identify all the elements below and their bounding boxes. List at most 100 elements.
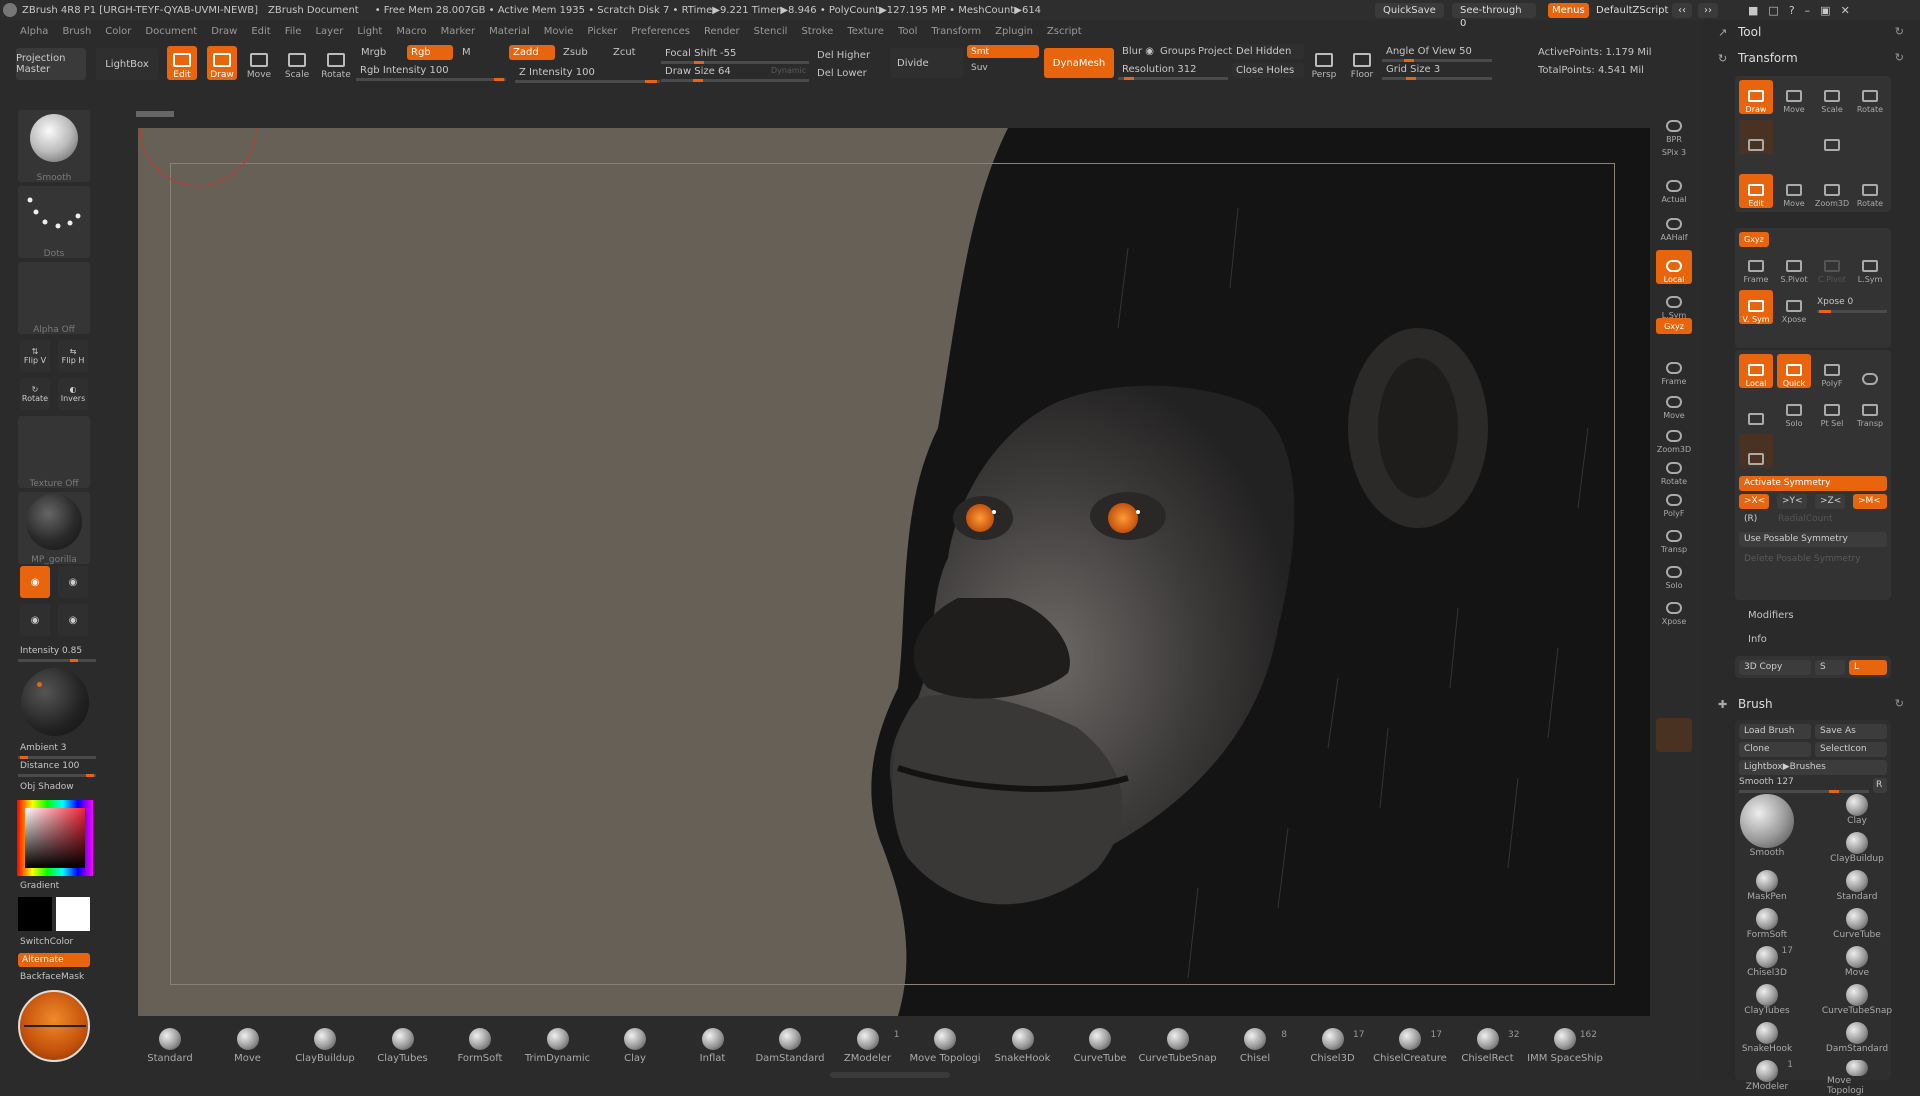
shelf-brush-claybuildup[interactable]: ClayBuildup (287, 1028, 363, 1068)
groups-toggle[interactable]: Groups (1160, 46, 1196, 57)
del-higher-button[interactable]: Del Higher (817, 50, 870, 61)
menu-tool[interactable]: Tool (898, 26, 917, 37)
gradient-label[interactable]: Gradient (20, 881, 59, 891)
see-through-slider[interactable]: See-through 0 (1452, 2, 1536, 29)
quicksave-button[interactable]: QuickSave (1375, 2, 1444, 18)
zadd-button[interactable]: Zadd (509, 45, 555, 60)
panel-brush-zmodeler[interactable]: ZModeler 1 (1737, 1060, 1797, 1096)
panel-pivot-sphere-button[interactable] (1739, 434, 1773, 468)
shelf-polyf-button[interactable]: PolyF (1656, 484, 1692, 518)
activate-symmetry-toggle[interactable]: Activate Symmetry (1739, 476, 1887, 491)
frame-button[interactable]: Frame (1739, 250, 1773, 284)
shelf-brush-clay[interactable]: Clay (597, 1028, 673, 1068)
shelf-brush-curvetube[interactable]: CurveTube (1062, 1028, 1138, 1068)
sym-m-toggle[interactable]: >M< (1853, 494, 1887, 509)
brush-header[interactable]: ✚ Brush ↻ (1702, 694, 1920, 714)
shelf-brush-move[interactable]: Move (210, 1028, 286, 1068)
lock-icon[interactable]: ■ (1748, 4, 1758, 17)
move-mode-button[interactable]: Move (244, 46, 274, 80)
projection-master-button[interactable]: Projection Master (16, 48, 86, 80)
panel-edit-button[interactable]: Edit (1739, 174, 1773, 208)
menu-brush[interactable]: Brush (62, 26, 91, 37)
draw-mode-button[interactable]: Draw (207, 46, 237, 80)
project-toggle[interactable]: Project (1198, 46, 1232, 57)
menu-light[interactable]: Light (357, 26, 382, 37)
panel-cube-button[interactable] (1739, 394, 1773, 428)
copy-3d-s-toggle[interactable]: S (1815, 660, 1845, 675)
viewport-handle[interactable] (136, 111, 174, 117)
menu-zplugin[interactable]: Zplugin (995, 26, 1033, 37)
lsym-button[interactable]: L.Sym (1853, 250, 1887, 284)
dynamesh-button[interactable]: DynaMesh (1044, 48, 1114, 78)
brush-thumbnail[interactable]: Smooth (18, 110, 90, 183)
resolution-slider[interactable]: Resolution 312 (1118, 63, 1228, 81)
menu-preferences[interactable]: Preferences (631, 26, 690, 37)
lightbox-button[interactable]: LightBox (96, 48, 158, 80)
menu-render[interactable]: Render (704, 26, 740, 37)
shelf-brush-inflat[interactable]: Inflat (675, 1028, 751, 1068)
shelf-brush-curvetubesnap[interactable]: CurveTubeSnap (1138, 1028, 1217, 1068)
light-position-dot[interactable] (37, 682, 42, 687)
panel-draw-button[interactable]: Draw (1739, 80, 1773, 114)
shelf-frame-button[interactable]: Frame (1656, 352, 1692, 386)
panel-polyf-button[interactable]: PolyF (1815, 354, 1849, 388)
zcut-button[interactable]: Zcut (613, 47, 636, 58)
shelf-brush-chiselrect[interactable]: ChiselRect 32 (1450, 1028, 1526, 1068)
default-zscript-button[interactable]: DefaultZScript (1588, 3, 1676, 18)
tool-header[interactable]: ↗ Tool ↻ (1702, 22, 1920, 42)
menu-marker[interactable]: Marker (441, 26, 476, 37)
texture-thumbnail[interactable]: Texture Off (18, 416, 90, 489)
use-posable-symmetry-button[interactable]: Use Posable Symmetry (1739, 532, 1887, 547)
shelf-brush-chisel[interactable]: Chisel 8 (1217, 1028, 1293, 1068)
menu-transform[interactable]: Transform (931, 26, 981, 37)
clone-button[interactable]: Clone (1739, 742, 1811, 757)
shelf-bpr-button[interactable]: BPR (1656, 110, 1692, 144)
info-header[interactable]: Info (1748, 634, 1767, 645)
panel-ptsel-button[interactable]: Pt Sel (1815, 394, 1849, 428)
light-intensity-slider[interactable]: Intensity 0.85 (18, 645, 96, 663)
shelf-local-button[interactable]: Local (1656, 250, 1692, 284)
radial-count-slider[interactable]: RadialCount (1773, 512, 1887, 527)
sym-z-toggle[interactable]: >Z< (1815, 494, 1845, 509)
xyz-toggle[interactable]: Gxyz (1739, 232, 1769, 247)
close-icon[interactable]: ✕ (1841, 4, 1850, 17)
panel-brush-clay[interactable]: Clay (1827, 794, 1887, 830)
snapshot-button[interactable] (1815, 120, 1849, 154)
distance-slider[interactable]: Distance 100 (18, 760, 96, 778)
shelf-l-sym-button[interactable]: L.Sym (1656, 286, 1692, 320)
menu-layer[interactable]: Layer (315, 26, 343, 37)
canvas-viewport[interactable] (138, 128, 1650, 1016)
panel-sphere-button[interactable] (1853, 354, 1887, 388)
shelf-gxyz-button[interactable]: Gxyz (1656, 318, 1692, 334)
persp-button[interactable]: Persp (1309, 46, 1339, 80)
panel-brush-curvetube[interactable]: CurveTube (1827, 908, 1887, 944)
shelf-brush-damstandard[interactable]: DamStandard (752, 1028, 828, 1068)
minimize-icon[interactable]: – (1805, 4, 1811, 17)
shelf-brush-trimdynamic[interactable]: TrimDynamic (520, 1028, 596, 1068)
panel-brush-snakehook[interactable]: SnakeHook (1737, 1022, 1797, 1058)
ambient-slider[interactable]: Ambient 3 (18, 742, 96, 760)
refresh-icon[interactable]: ↻ (1895, 51, 1904, 64)
panel-transp-button[interactable]: Transp (1853, 394, 1887, 428)
panel-brush-curvetubesnap[interactable]: CurveTubeSnap (1822, 984, 1892, 1020)
menu-macro[interactable]: Macro (396, 26, 426, 37)
edit-mode-button[interactable]: Edit (167, 46, 197, 80)
copy-3d-l-toggle[interactable]: L (1849, 660, 1887, 675)
invers-button[interactable]: ◐ Invers (58, 378, 88, 410)
focal-shift-slider[interactable]: Focal Shift -55 (661, 47, 809, 65)
stroke-thumbnail[interactable]: Dots (18, 186, 90, 259)
grid-size-slider[interactable]: Grid Size 3 (1382, 63, 1492, 81)
window-icon[interactable]: □ (1768, 4, 1778, 17)
shelf-scroll-handle[interactable] (830, 1072, 950, 1078)
shelf-brush-formsoft[interactable]: FormSoft (442, 1028, 518, 1068)
backfacemask-toggle[interactable]: BackfaceMask (20, 972, 84, 982)
divide-button[interactable]: Divide (891, 48, 963, 78)
shelf-xpose-button[interactable]: Xpose (1656, 592, 1692, 626)
mrgb-button[interactable]: Mrgb (361, 47, 386, 58)
color-picker-square[interactable] (25, 808, 85, 868)
draw-size-slider[interactable]: Draw Size 64 Dynamic (661, 65, 809, 83)
load-brush-button[interactable]: Load Brush (1739, 724, 1811, 739)
del-lower-button[interactable]: Del Lower (817, 68, 867, 79)
panel-solo-button[interactable]: Solo (1777, 394, 1811, 428)
shelf-brush-chiselcreature[interactable]: ChiselCreature 17 (1372, 1028, 1448, 1068)
